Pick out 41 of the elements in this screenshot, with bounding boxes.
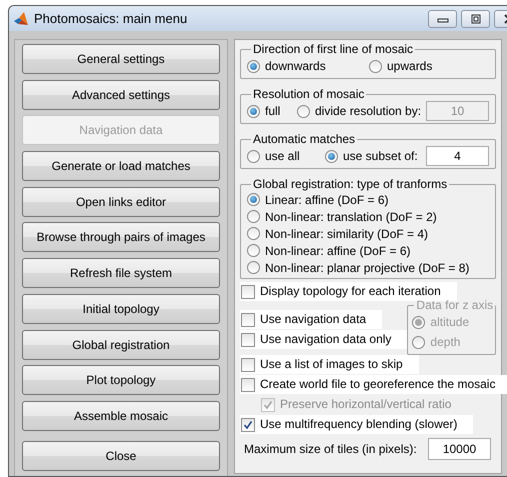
checkbox[interactable]: Use a list of images to skip [240, 355, 419, 374]
radio-button[interactable]: upwards [369, 58, 432, 74]
radio-button[interactable]: Non-linear: planar projective (DoF = 8) [247, 260, 470, 276]
menu-button[interactable]: Refresh file system [22, 258, 220, 288]
number-field[interactable]: 4 [426, 146, 489, 166]
radio-button[interactable]: divide resolution by: [297, 103, 422, 119]
menu-button[interactable]: Close [22, 440, 220, 471]
menu-button[interactable]: General settings [22, 44, 220, 74]
app-icon [13, 10, 29, 26]
group-title: Automatic matches [252, 132, 356, 146]
radio-button[interactable]: use subset of: [325, 148, 418, 164]
radio-button[interactable]: Non-linear: translation (DoF = 2) [247, 208, 437, 224]
menu-button[interactable]: Browse through pairs of images [22, 222, 220, 252]
radio-button[interactable]: downwards [247, 58, 369, 74]
radio-button[interactable]: full [247, 103, 297, 119]
minimize-button[interactable] [428, 10, 457, 28]
menu-button[interactable]: Plot topology [22, 365, 220, 396]
checkbox[interactable]: Create world file to georeference the mosaic [240, 375, 507, 394]
maximize-icon [470, 14, 482, 24]
menu-button[interactable]: Advanced settings [22, 80, 220, 110]
radio-button[interactable]: Linear: affine (DoF = 6) [247, 192, 389, 208]
menu-button[interactable]: Open links editor [22, 186, 220, 217]
group-title: Direction of first line of mosaic [252, 42, 414, 56]
window-title: Photomosaics: main menu [34, 10, 188, 28]
menu-button[interactable]: Assemble mosaic [22, 400, 220, 431]
menu-button[interactable]: Generate or load matches [22, 151, 220, 182]
radio-button[interactable]: Non-linear: similarity (DoF = 4) [247, 226, 428, 242]
radio-button[interactable]: Non-linear: affine (DoF = 6) [247, 242, 411, 258]
menu-button[interactable]: Initial topology [22, 294, 220, 324]
maximize-button[interactable] [461, 10, 490, 28]
checkbox[interactable]: Display topology for each iteration [240, 282, 457, 301]
group-title: Global registration: type of tranforms [252, 177, 448, 191]
radio-button[interactable]: use all [247, 148, 325, 164]
group-title: Data for z axis [415, 298, 494, 312]
menu-button[interactable]: Global registration [22, 330, 220, 360]
field-label: Maximum size of tiles (in pixels): [244, 441, 417, 458]
checkbox[interactable]: Use navigation data [240, 310, 382, 329]
group-title: Resolution of mosaic [252, 87, 366, 101]
number-field[interactable]: 10000 [428, 438, 491, 460]
checkbox[interactable]: Use multifrequency blending (slower) [240, 415, 474, 434]
checkbox[interactable]: Use navigation data only [240, 330, 408, 349]
